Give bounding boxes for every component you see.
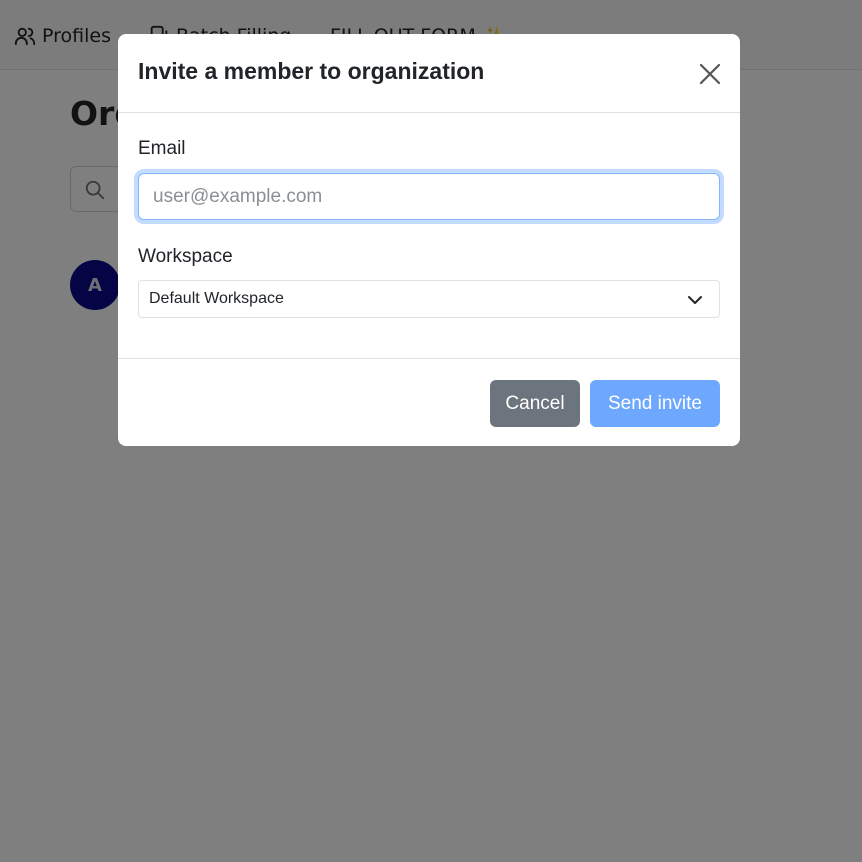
email-label: Email (138, 138, 186, 159)
send-invite-button[interactable]: Send invite (590, 380, 720, 427)
close-icon (699, 63, 721, 85)
modal-header: Invite a member to organization (118, 34, 740, 113)
cancel-button[interactable]: Cancel (490, 380, 580, 427)
email-field[interactable] (138, 173, 720, 220)
close-button[interactable] (696, 60, 724, 88)
modal-footer: Cancel Send invite (118, 358, 740, 446)
workspace-label: Workspace (138, 246, 233, 267)
invite-member-modal: Invite a member to organization Email Wo… (118, 34, 740, 446)
workspace-select[interactable]: Default Workspace (138, 280, 720, 318)
chevron-down-icon (688, 296, 702, 304)
modal-title: Invite a member to organization (138, 58, 485, 84)
workspace-selected-value: Default Workspace (149, 290, 284, 307)
